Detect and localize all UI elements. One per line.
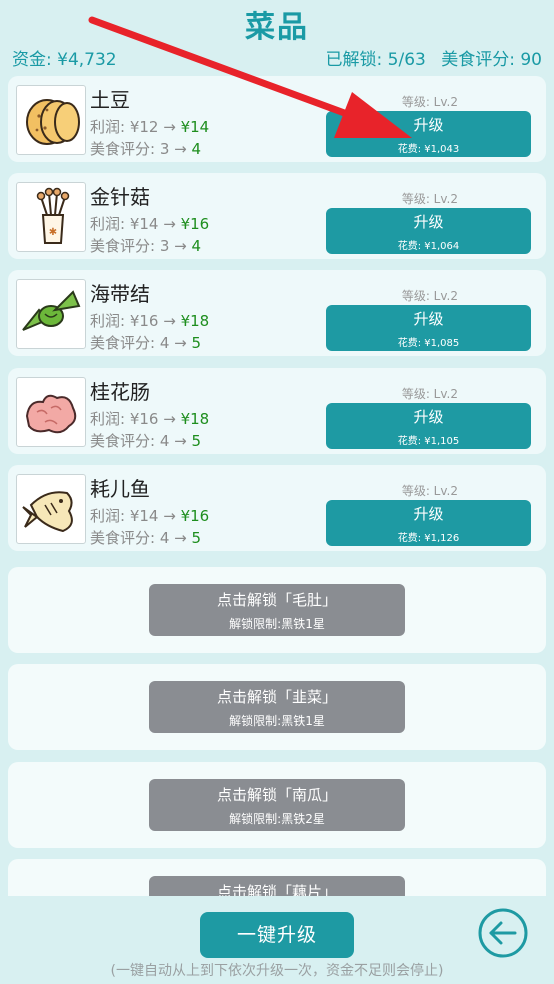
locked-dish-card: 点击解锁「韭菜」 解锁限制:黑铁1星: [8, 664, 546, 750]
upgrade-label: 升级: [413, 116, 444, 134]
upgrade-label: 升级: [413, 310, 444, 328]
unlock-requirement: 解锁限制:黑铁1星: [229, 617, 325, 631]
dish-name: 土豆: [90, 88, 130, 112]
dish-list[interactable]: 土豆 利润: ¥12 → ¥14 美食评分: 3 → 4 等级: Lv.2 升级…: [8, 76, 546, 896]
dish-name: 耗儿鱼: [90, 477, 150, 501]
dish-name: 金针菇: [90, 185, 150, 209]
kelp-knot-icon: [16, 279, 86, 349]
dish-level: 等级: Lv.2: [401, 95, 458, 109]
unlock-label: 点击解锁「毛肚」: [216, 591, 337, 609]
dish-name: 桂花肠: [90, 380, 150, 404]
rating-line: 美食评分: 3 → 4: [90, 140, 202, 158]
upgrade-all-note: (一键自动从上到下依次升级一次，资金不足则会停止): [110, 963, 444, 979]
upgrade-cost: 花费: ¥1,126: [397, 533, 460, 544]
unlock-button[interactable]: 点击解锁「韭菜」 解锁限制:黑铁1星: [149, 681, 405, 733]
page-title: 菜品: [245, 10, 309, 45]
dish-level: 等级: Lv.2: [401, 289, 458, 303]
upgrade-label: 升级: [413, 213, 444, 231]
upgrade-all-button[interactable]: 一键升级: [200, 912, 354, 958]
unlock-button[interactable]: 点击解锁「毛肚」 解锁限制:黑铁1星: [149, 584, 405, 636]
profit-line: 利润: ¥16 → ¥18: [90, 410, 210, 428]
upgrade-cost: 花费: ¥1,105: [397, 436, 460, 447]
potato-icon: [16, 85, 86, 155]
upgrade-cost: 花费: ¥1,043: [397, 144, 460, 155]
unlock-requirement: 解锁限制:黑铁1星: [229, 714, 325, 728]
profit-line: 利润: ¥12 → ¥14: [90, 118, 210, 136]
dish-card: 海带结 利润: ¥16 → ¥18 美食评分: 4 → 5 等级: Lv.2 升…: [8, 270, 546, 356]
stats-bar: 资金: ¥4,732 已解锁: 5/63 美食评分: 90: [12, 45, 542, 70]
food-rating: 美食评分: 90: [441, 50, 542, 70]
dish-level: 等级: Lv.2: [401, 387, 458, 401]
upgrade-label: 升级: [413, 505, 444, 523]
upgrade-button[interactable]: 升级 花费: ¥1,043: [326, 111, 531, 157]
dish-card: ✱ 金针菇 利润: ¥14 → ¥16 美食评分: 3 → 4 等级: Lv.2…: [8, 173, 546, 259]
money-display: 资金: ¥4,732: [12, 50, 117, 70]
upgrade-button[interactable]: 升级 花费: ¥1,085: [326, 305, 531, 351]
dish-card: 耗儿鱼 利润: ¥14 → ¥16 美食评分: 4 → 5 等级: Lv.2 升…: [8, 465, 546, 551]
upgrade-button[interactable]: 升级 花费: ¥1,126: [326, 500, 531, 546]
locked-dish-card: 点击解锁「南瓜」 解锁限制:黑铁2星: [8, 762, 546, 848]
profit-line: 利润: ¥14 → ¥16: [90, 507, 210, 525]
upgrade-label: 升级: [413, 408, 444, 426]
upgrade-button[interactable]: 升级 花费: ¥1,105: [326, 403, 531, 449]
back-arrow-icon[interactable]: [477, 907, 529, 959]
locked-dish-card: 点击解锁「藕片」: [8, 859, 546, 896]
dish-card: 土豆 利润: ¥12 → ¥14 美食评分: 3 → 4 等级: Lv.2 升级…: [8, 76, 546, 162]
upgrade-cost: 花费: ¥1,085: [397, 338, 460, 349]
rating-line: 美食评分: 4 → 5: [90, 334, 202, 352]
unlock-label: 点击解锁「南瓜」: [216, 786, 337, 804]
profit-line: 利润: ¥16 → ¥18: [90, 312, 210, 330]
unlock-button[interactable]: 点击解锁「南瓜」 解锁限制:黑铁2星: [149, 779, 405, 831]
unlock-requirement: 解锁限制:黑铁2星: [229, 812, 325, 826]
svg-text:✱: ✱: [49, 227, 57, 238]
unlock-label: 点击解锁「藕片」: [216, 883, 337, 896]
sausage-icon: [16, 377, 86, 447]
dish-level: 等级: Lv.2: [401, 192, 458, 206]
unlock-label: 点击解锁「韭菜」: [216, 688, 337, 706]
enoki-mushroom-icon: ✱: [16, 182, 86, 252]
rating-line: 美食评分: 4 → 5: [90, 432, 202, 450]
locked-dish-card: 点击解锁「毛肚」 解锁限制:黑铁1星: [8, 567, 546, 653]
dish-name: 海带结: [90, 282, 150, 306]
unlock-button[interactable]: 点击解锁「藕片」: [149, 876, 405, 896]
dish-level: 等级: Lv.2: [401, 484, 458, 498]
profit-line: 利润: ¥14 → ¥16: [90, 215, 210, 233]
rating-line: 美食评分: 3 → 4: [90, 237, 202, 255]
dish-card: 桂花肠 利润: ¥16 → ¥18 美食评分: 4 → 5 等级: Lv.2 升…: [8, 368, 546, 454]
upgrade-button[interactable]: 升级 花费: ¥1,064: [326, 208, 531, 254]
unlocked-count: 已解锁: 5/63: [325, 50, 426, 70]
fish-icon: [16, 474, 86, 544]
upgrade-cost: 花费: ¥1,064: [397, 241, 460, 252]
rating-line: 美食评分: 4 → 5: [90, 529, 202, 547]
